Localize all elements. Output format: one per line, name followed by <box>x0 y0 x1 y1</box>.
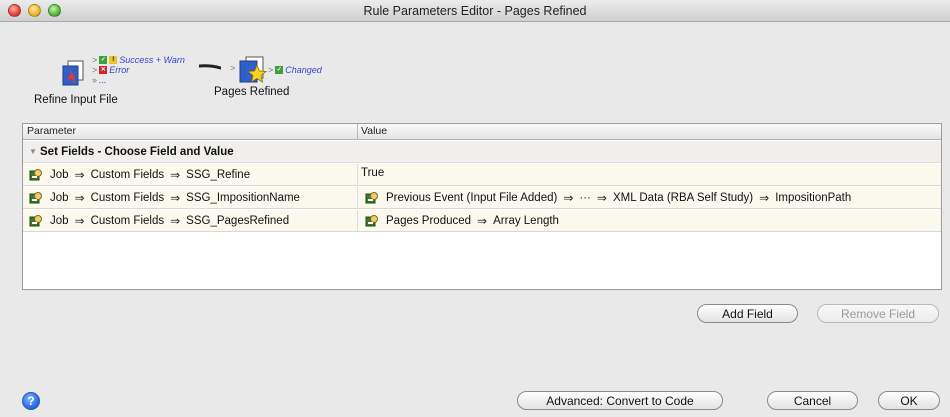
param-part: Job <box>50 192 69 204</box>
group-row-set-fields[interactable]: ▼ Set Fields - Choose Field and Value <box>23 141 941 163</box>
warning-badge-icon: ! <box>109 56 118 64</box>
variable-icon <box>29 169 42 181</box>
output-changed-label: Changed <box>285 65 322 75</box>
title-bar[interactable]: Rule Parameters Editor - Pages Refined <box>0 0 950 22</box>
value-part: Pages Produced <box>386 215 472 227</box>
arrow-right-icon: ⇒ <box>596 191 607 205</box>
value-part: XML Data (RBA Self Study) <box>612 192 754 204</box>
output-error[interactable]: > ✕ Error <box>92 65 129 75</box>
input-connector[interactable]: > <box>230 63 235 73</box>
parameter-cell[interactable]: Job ⇒ Custom Fields ⇒ SSG_PagesRefined <box>29 210 289 232</box>
source-node-label: Refine Input File <box>34 94 118 106</box>
column-divider[interactable] <box>357 124 358 140</box>
ellipsis-icon: ··· <box>579 192 591 204</box>
param-part: Job <box>50 169 69 181</box>
arrow-right-icon: ⇒ <box>74 214 85 228</box>
success-badge-icon: ✓ <box>275 66 284 74</box>
arrow-right-icon: ⇒ <box>170 168 181 182</box>
star-document-icon[interactable] <box>238 56 268 86</box>
error-badge-icon: ✕ <box>99 66 108 74</box>
value-part: ImpositionPath <box>775 192 852 204</box>
success-badge-icon: ✓ <box>99 56 108 64</box>
chevron-right-icon: > <box>92 55 98 65</box>
variable-icon <box>29 215 42 227</box>
arrow-right-icon: ⇒ <box>759 191 770 205</box>
parameter-table[interactable]: Parameter Value ▼ Set Fields - Choose Fi… <box>22 123 942 290</box>
param-part: Custom Fields <box>90 169 165 181</box>
arrow-right-icon: ⇒ <box>477 214 488 228</box>
value-cell[interactable]: Previous Event (Input File Added) ⇒ ··· … <box>365 187 851 209</box>
param-part: SSG_PagesRefined <box>186 215 290 227</box>
arrow-right-icon: ⇒ <box>170 191 181 205</box>
value-part: Array Length <box>493 215 559 227</box>
output-changed[interactable]: > ✓ Changed <box>268 65 322 75</box>
group-label: Set Fields - Choose Field and Value <box>40 146 234 158</box>
table-header: Parameter Value <box>23 124 941 140</box>
rule-parameters-editor-window: Rule Parameters Editor - Pages Refined R… <box>0 0 950 417</box>
arrow-right-icon: ⇒ <box>563 191 574 205</box>
output-more[interactable]: » ... <box>92 75 107 85</box>
arrow-right-icon: ⇒ <box>170 214 181 228</box>
flow-diagram: Refine Input File > ✓! Success + Warn > … <box>0 28 950 118</box>
column-divider <box>357 164 358 186</box>
param-part: Custom Fields <box>90 192 165 204</box>
variable-icon <box>29 192 42 204</box>
output-success-warn[interactable]: > ✓! Success + Warn <box>92 55 185 65</box>
value-part: Previous Event (Input File Added) <box>386 192 558 204</box>
column-header-value[interactable]: Value <box>361 125 387 137</box>
output-success-warn-label: Success + Warn <box>119 55 185 65</box>
window-title: Rule Parameters Editor - Pages Refined <box>363 4 587 18</box>
param-part: Job <box>50 215 69 227</box>
column-header-parameter[interactable]: Parameter <box>27 125 76 137</box>
arrow-right-icon: ⇒ <box>74 168 85 182</box>
chevron-right-icon: > <box>92 65 98 75</box>
remove-field-button[interactable]: Remove Field <box>817 304 939 323</box>
parameter-cell[interactable]: Job ⇒ Custom Fields ⇒ SSG_ImpositionName <box>29 187 300 209</box>
value-text: True <box>361 167 385 179</box>
chevron-right-icon: > <box>230 63 236 73</box>
table-row[interactable]: Job ⇒ Custom Fields ⇒ SSG_ImpositionName… <box>23 187 941 209</box>
value-cell[interactable]: True <box>361 164 384 186</box>
double-chevron-right-icon: » <box>92 75 98 85</box>
param-part: SSG_Refine <box>186 169 251 181</box>
pdf-document-icon[interactable] <box>62 60 88 86</box>
arrow-right-icon: ⇒ <box>74 191 85 205</box>
column-divider <box>357 187 358 209</box>
parameter-cell[interactable]: Job ⇒ Custom Fields ⇒ SSG_Refine <box>29 164 250 186</box>
target-node-label: Pages Refined <box>214 86 290 98</box>
help-button[interactable]: ? <box>22 392 40 410</box>
table-row[interactable]: Job ⇒ Custom Fields ⇒ SSG_Refine True <box>23 164 941 186</box>
param-part: Custom Fields <box>90 215 165 227</box>
advanced-convert-to-code-button[interactable]: Advanced: Convert to Code <box>517 391 723 410</box>
value-cell[interactable]: Pages Produced ⇒ Array Length <box>365 210 559 232</box>
cancel-button[interactable]: Cancel <box>767 391 858 410</box>
connection-wire[interactable] <box>199 64 221 70</box>
chevron-right-icon: > <box>268 65 274 75</box>
add-field-button[interactable]: Add Field <box>697 304 798 323</box>
variable-icon <box>365 215 378 227</box>
table-row[interactable]: Job ⇒ Custom Fields ⇒ SSG_PagesRefined P… <box>23 210 941 232</box>
column-divider <box>357 210 358 232</box>
variable-icon <box>365 192 378 204</box>
ok-button[interactable]: OK <box>878 391 940 410</box>
output-error-label: Error <box>109 65 130 75</box>
output-more-label: ... <box>99 75 107 85</box>
disclosure-triangle-icon[interactable]: ▼ <box>29 147 37 156</box>
param-part: SSG_ImpositionName <box>186 192 300 204</box>
